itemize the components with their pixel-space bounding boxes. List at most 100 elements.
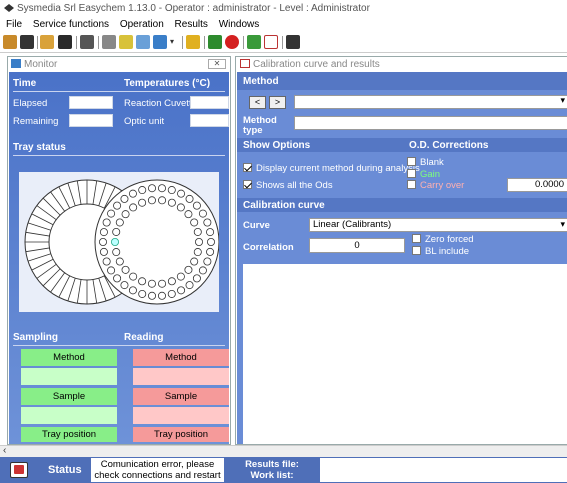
sample-position: [115, 257, 124, 266]
zero-forced-option[interactable]: Zero forced: [412, 234, 474, 245]
bug-icon[interactable]: [208, 35, 222, 49]
tools-icon[interactable]: [247, 35, 261, 49]
monitor-title: Monitor: [24, 59, 58, 70]
search-icon[interactable]: [102, 35, 116, 49]
menu-windows[interactable]: Windows: [219, 19, 260, 30]
method-type-field[interactable]: [294, 116, 567, 130]
results-file-field: [320, 458, 567, 482]
zero-forced-checkbox[interactable]: [412, 234, 421, 243]
sample-position: [107, 209, 116, 218]
print-icon[interactable]: [80, 35, 94, 49]
monitor-icon: [11, 59, 21, 68]
display-method-option[interactable]: Display current method during analysis: [243, 163, 420, 174]
next-method-button[interactable]: >: [269, 96, 286, 109]
sample-position: [107, 266, 116, 275]
elapsed-field: [69, 96, 113, 109]
sample-icon[interactable]: [153, 35, 167, 49]
sample-position: [111, 238, 120, 247]
carry-over-field[interactable]: 0.0000: [507, 178, 567, 192]
bl-include-checkbox[interactable]: [412, 246, 421, 255]
show-ods-option[interactable]: Shows all the Ods: [243, 180, 333, 191]
reading-method: Method: [133, 349, 229, 366]
sample-position: [102, 218, 111, 227]
report-icon[interactable]: [136, 35, 150, 49]
sample-position: [206, 247, 215, 256]
monitor-body: Time Temperatures (°C) Elapsed Reaction …: [9, 72, 229, 444]
chart-icon[interactable]: [119, 35, 133, 49]
gain-checkbox[interactable]: [407, 169, 416, 178]
status-icon: [10, 462, 28, 478]
disk-icon[interactable]: [58, 35, 72, 49]
sample-position: [158, 196, 167, 205]
calibration-icon[interactable]: [264, 35, 278, 49]
sample-position: [147, 196, 156, 205]
sample-position: [99, 247, 108, 256]
sample-position: [99, 238, 108, 247]
edit-icon[interactable]: [40, 35, 54, 49]
sample-position: [158, 279, 167, 288]
sample-position: [198, 209, 207, 218]
wrench-icon[interactable]: [186, 35, 200, 49]
sample-position: [148, 291, 157, 300]
monitor-window: Monitor ✕ Time Temperatures (°C) Elapsed…: [7, 56, 231, 445]
sample-position: [203, 218, 212, 227]
od-corrections-header: O.D. Corrections: [409, 140, 489, 151]
menu-service-functions[interactable]: Service functions: [33, 19, 109, 30]
curve-label: Curve: [243, 220, 270, 231]
method-select[interactable]: ▾: [294, 95, 567, 109]
optic-unit-label: Optic unit: [124, 116, 165, 127]
prev-method-button[interactable]: <: [249, 96, 266, 109]
menu-results[interactable]: Results: [175, 19, 208, 30]
blank-checkbox[interactable]: [407, 157, 416, 166]
sample-position: [193, 227, 202, 236]
stop-icon[interactable]: [225, 35, 239, 49]
sample-position: [115, 218, 124, 227]
monitor-title-bar: Monitor: [8, 57, 230, 71]
reading-tray-position: Tray position: [133, 427, 229, 442]
carry-over-option[interactable]: Carry over: [407, 180, 464, 191]
temperatures-header: Temperatures (°C): [124, 78, 211, 89]
sample-position: [112, 227, 121, 236]
sample-position: [129, 203, 138, 212]
time-header: Time: [13, 78, 37, 89]
blank-option[interactable]: Blank: [407, 157, 444, 168]
menu-file[interactable]: File: [6, 19, 22, 30]
window-title-bar: Sysmedia Srl Easychem 1.13.0 - Operator …: [0, 0, 567, 18]
exit-icon[interactable]: [286, 35, 300, 49]
display-method-checkbox[interactable]: [243, 163, 252, 172]
sampling-sample: Sample: [21, 388, 117, 405]
correlation-label: Correlation: [243, 242, 294, 253]
sample-position: [113, 274, 122, 283]
scroll-left-icon[interactable]: ‹: [3, 445, 6, 456]
optic-unit-field: [190, 114, 229, 127]
sample-position: [176, 272, 185, 281]
horizontal-scrollbar[interactable]: ‹: [0, 445, 567, 457]
dropdown-icon[interactable]: ▾: [170, 35, 178, 49]
sample-position: [190, 218, 199, 227]
show-ods-checkbox[interactable]: [243, 180, 252, 189]
gain-option[interactable]: Gain: [407, 169, 440, 180]
reading-sample: Sample: [133, 388, 229, 405]
sample-position: [138, 289, 147, 298]
carry-over-checkbox[interactable]: [407, 180, 416, 189]
sample-position: [167, 198, 176, 207]
sample-position: [121, 210, 130, 219]
reading-header: Reading: [124, 332, 164, 343]
menu-operation[interactable]: Operation: [120, 19, 164, 30]
sample-position: [193, 248, 202, 257]
sample-position: [138, 198, 147, 207]
curve-chevron-down-icon: ▾: [560, 219, 565, 229]
calibration-title-bar: Calibration curve and results: [236, 57, 567, 71]
curve-select[interactable]: Linear (Calibrants) ▾: [309, 218, 567, 232]
chevron-down-icon: ▾: [560, 95, 565, 105]
sample-position: [129, 272, 138, 281]
sample-position: [192, 201, 201, 210]
save-icon[interactable]: [20, 35, 34, 49]
bl-include-option[interactable]: BL include: [412, 246, 469, 257]
sample-position: [121, 265, 130, 274]
window-title: Sysmedia Srl Easychem 1.13.0 - Operator …: [17, 3, 370, 14]
sample-position: [102, 257, 111, 266]
open-icon[interactable]: [3, 35, 17, 49]
close-icon[interactable]: ✕: [208, 59, 226, 69]
elapsed-label: Elapsed: [13, 98, 48, 109]
